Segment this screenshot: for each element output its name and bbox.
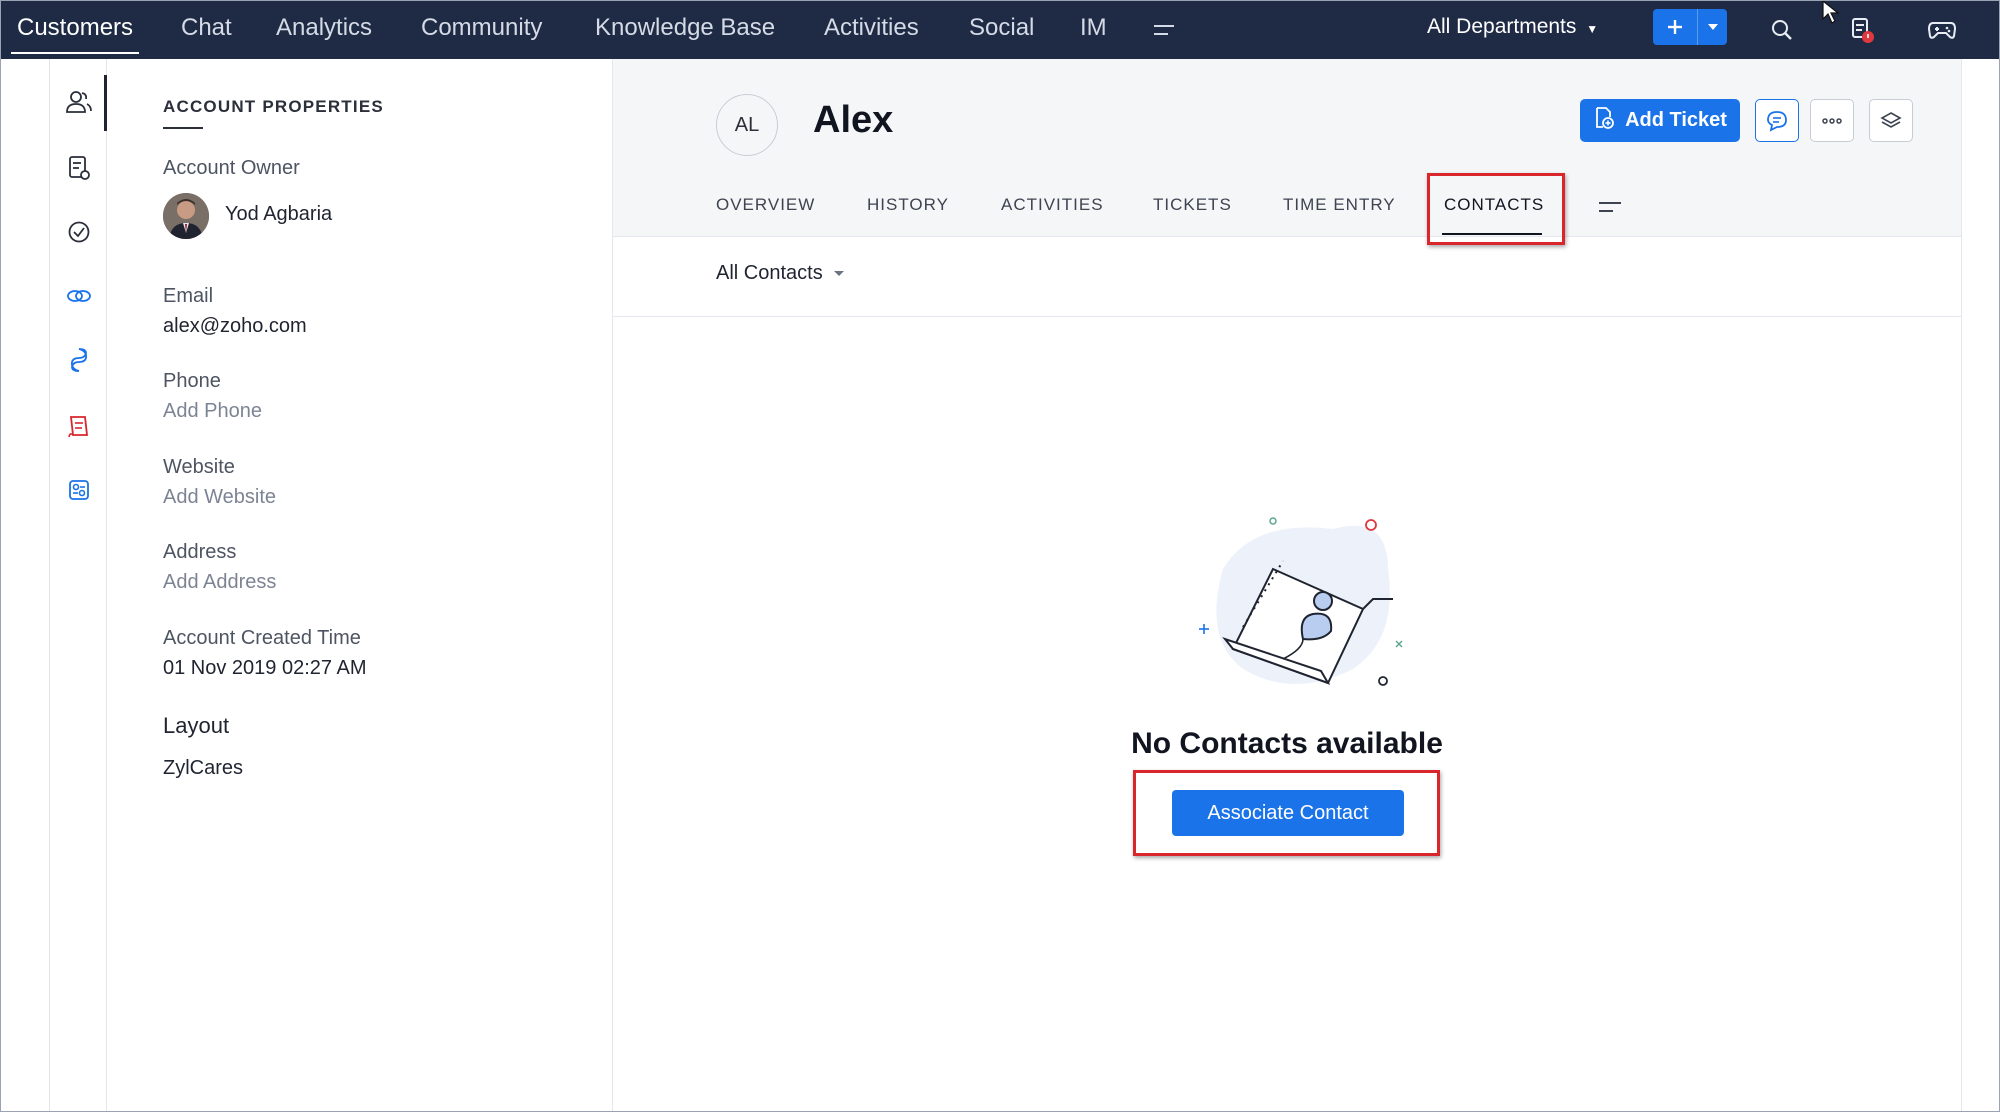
nav-activities[interactable]: Activities bbox=[824, 1, 919, 59]
nav-im[interactable]: IM bbox=[1080, 1, 1107, 59]
department-selector[interactable]: All Departments ▼ bbox=[1427, 1, 1598, 59]
owner-label: Account Owner bbox=[163, 157, 300, 179]
add-website-field[interactable]: Add Website bbox=[163, 486, 276, 509]
properties-title-underline bbox=[163, 127, 203, 129]
created-time-label: Account Created Time bbox=[163, 627, 361, 649]
tab-overview[interactable]: OVERVIEW bbox=[716, 195, 815, 215]
tasks-icon[interactable] bbox=[64, 217, 94, 247]
tabs-more-icon[interactable] bbox=[1595, 197, 1625, 217]
plus-icon[interactable] bbox=[1653, 9, 1697, 45]
phone-label: Phone bbox=[163, 370, 221, 392]
layout-label: Layout bbox=[163, 713, 230, 738]
add-dropdown-caret-icon[interactable] bbox=[1697, 9, 1727, 45]
mouse-cursor-icon bbox=[1821, 0, 1841, 25]
account-properties-panel: ACCOUNT PROPERTIES Account Owner Yod Agb… bbox=[107, 59, 613, 1111]
search-icon[interactable] bbox=[1765, 13, 1799, 47]
add-ticket-icon bbox=[1593, 106, 1615, 136]
tab-time-entry[interactable]: TIME ENTRY bbox=[1283, 195, 1396, 215]
filter-label: All Contacts bbox=[716, 262, 823, 284]
links-icon[interactable] bbox=[64, 281, 94, 311]
layers-icon[interactable] bbox=[1869, 99, 1913, 142]
all-contacts-filter[interactable]: All Contacts bbox=[716, 262, 845, 285]
tab-tickets[interactable]: TICKETS bbox=[1153, 195, 1232, 215]
ellipsis-icon[interactable] bbox=[1810, 99, 1854, 142]
layout-value: ZylCares bbox=[163, 757, 244, 779]
integrations-icon[interactable] bbox=[64, 345, 94, 375]
empty-state-title: No Contacts available bbox=[1131, 727, 1443, 760]
nav-chat[interactable]: Chat bbox=[181, 1, 232, 59]
customers-icon[interactable] bbox=[64, 87, 94, 117]
dashboard-icon[interactable] bbox=[64, 475, 94, 505]
nav-community[interactable]: Community bbox=[421, 1, 542, 59]
email-label: Email bbox=[163, 285, 214, 307]
nav-analytics[interactable]: Analytics bbox=[276, 1, 372, 59]
account-header: AL Alex Add Ticket OVERVIEW HISTORY ACTI… bbox=[613, 59, 1961, 245]
tickets-icon[interactable] bbox=[64, 153, 94, 183]
caret-down-icon: ▼ bbox=[1586, 22, 1599, 36]
properties-title: ACCOUNT PROPERTIES bbox=[163, 97, 384, 116]
add-address-field[interactable]: Add Address bbox=[163, 571, 276, 594]
menu-lines-icon[interactable] bbox=[1147, 13, 1181, 47]
owner-avatar[interactable] bbox=[163, 193, 209, 239]
created-time-value: 01 Nov 2019 02:27 AM bbox=[163, 657, 367, 679]
tab-activities[interactable]: ACTIVITIES bbox=[1001, 195, 1104, 215]
module-rail bbox=[49, 59, 107, 1111]
contacts-filter-bar: All Contacts bbox=[613, 237, 1961, 317]
reports-icon[interactable] bbox=[64, 411, 94, 441]
nav-customers[interactable]: Customers bbox=[10, 1, 140, 59]
chat-bubble-icon[interactable] bbox=[1755, 99, 1799, 142]
nav-social[interactable]: Social bbox=[969, 1, 1034, 59]
empty-contacts-illustration bbox=[1183, 499, 1443, 699]
app-window: Customers Chat Analytics Community Knowl… bbox=[0, 0, 2000, 1112]
account-name: Alex bbox=[813, 99, 894, 141]
right-gutter bbox=[1961, 59, 1999, 1111]
email-value[interactable]: alex@zoho.com bbox=[163, 315, 307, 338]
quick-add-button-group bbox=[1653, 9, 1727, 45]
tab-history[interactable]: HISTORY bbox=[867, 195, 949, 215]
add-phone-field[interactable]: Add Phone bbox=[163, 400, 262, 423]
notification-icon[interactable] bbox=[1845, 13, 1879, 47]
address-label: Address bbox=[163, 541, 237, 563]
caret-down-icon bbox=[833, 270, 844, 276]
department-label: All Departments bbox=[1427, 15, 1577, 38]
add-ticket-label: Add Ticket bbox=[1625, 109, 1727, 131]
account-avatar: AL bbox=[716, 94, 778, 156]
main-content: AL Alex Add Ticket OVERVIEW HISTORY ACTI… bbox=[613, 59, 1961, 1111]
gamepad-icon[interactable] bbox=[1925, 13, 1959, 47]
add-ticket-button[interactable]: Add Ticket bbox=[1580, 99, 1740, 142]
associate-button-highlight bbox=[1133, 770, 1440, 856]
nav-knowledge-base[interactable]: Knowledge Base bbox=[595, 1, 775, 59]
contacts-tab-highlight bbox=[1427, 173, 1565, 245]
owner-name[interactable]: Yod Agbaria bbox=[225, 203, 332, 226]
website-label: Website bbox=[163, 456, 235, 478]
top-navigation-bar: Customers Chat Analytics Community Knowl… bbox=[1, 0, 1999, 59]
